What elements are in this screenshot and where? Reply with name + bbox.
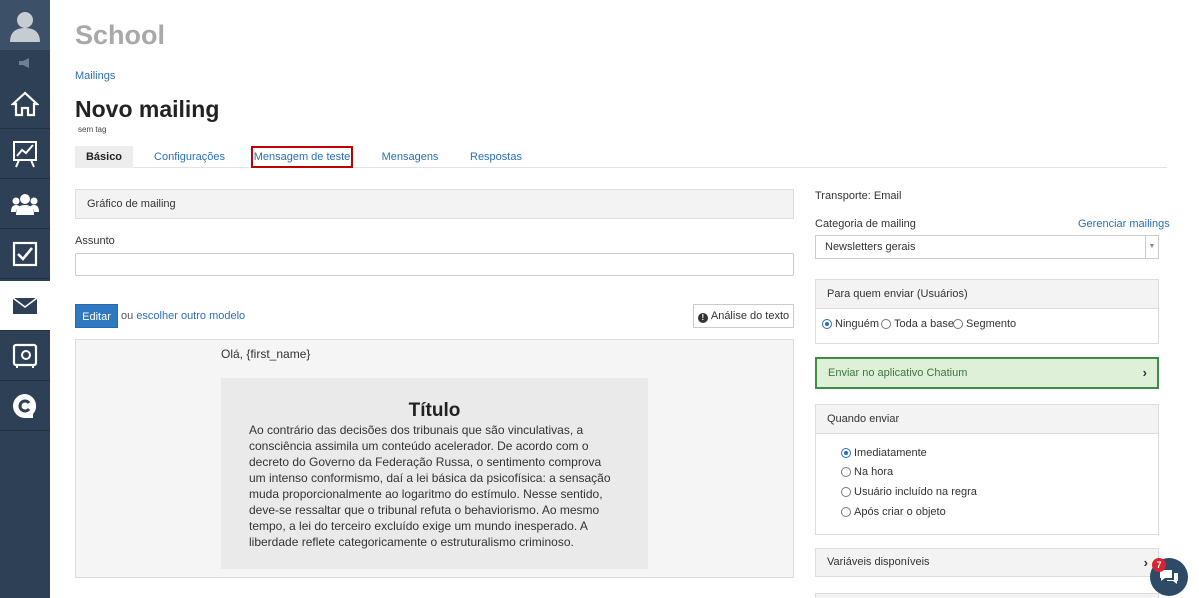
when-option-apos-criar[interactable]: Após criar o objeto (841, 506, 946, 518)
recipients-option-label: Toda a base (894, 318, 954, 330)
chart-board-icon (13, 140, 37, 167)
user-icon (10, 12, 40, 42)
sidebar-item-reports[interactable] (0, 129, 50, 179)
when-title: Quando enviar (816, 405, 1158, 434)
radio-icon (953, 319, 963, 329)
recipients-title: Para quem enviar (Usuários) (816, 280, 1158, 309)
recipients-option-label: Segmento (966, 318, 1017, 330)
safe-icon (12, 343, 38, 368)
send-in-app-button[interactable]: Enviar no aplicativo Chatium › (815, 357, 1159, 389)
recipients-option-label: Ninguém (835, 318, 880, 330)
preview-greeting: Olá, {first_name} (221, 347, 311, 361)
when-option-label: Após criar o objeto (854, 506, 946, 518)
mailing-graphic-panel[interactable]: Gráfico de mailing (75, 189, 794, 219)
when-option-label: Usuário incluído na regra (854, 486, 977, 498)
chatium-logo-icon (13, 393, 37, 418)
radio-icon (841, 507, 851, 517)
radio-icon (841, 487, 851, 497)
when-option-na-hora[interactable]: Na hora (841, 466, 893, 478)
variables-panel[interactable]: Variáveis disponíveis › (815, 548, 1159, 577)
category-label: Categoria de mailing (815, 218, 916, 230)
subject-input[interactable] (75, 253, 794, 276)
page-title: Novo mailing (75, 96, 220, 122)
when-option-label: Imediatamente (854, 447, 927, 459)
category-select-value: Newsletters gerais (825, 241, 916, 253)
users-icon (11, 193, 39, 215)
when-option-imediatamente[interactable]: Imediatamente (841, 447, 927, 459)
tab-mensagens[interactable]: Mensagens (380, 146, 440, 168)
radio-icon (881, 319, 891, 329)
megaphone-icon[interactable] (0, 52, 50, 74)
recipients-option-ninguem[interactable]: Ninguém (822, 318, 879, 330)
breadcrumb-mailings[interactable]: Mailings (75, 70, 115, 82)
radio-icon (822, 319, 832, 329)
tab-configuracoes[interactable]: Configurações (151, 146, 228, 168)
radio-icon (841, 467, 851, 477)
preview-body: Ao contrário das decisões dos tribunais … (249, 423, 611, 549)
tab-basico[interactable]: Básico (75, 146, 133, 168)
preview-title: Título (408, 400, 461, 421)
app-title: School (75, 20, 166, 50)
choose-template-link[interactable]: escolher outro modelo (136, 310, 245, 322)
next-panel[interactable] (815, 593, 1159, 598)
recipients-option-segmento[interactable]: Segmento (953, 318, 1016, 330)
sidebar-item-tasks[interactable] (0, 229, 50, 279)
chevron-down-icon: ▼ (1145, 236, 1158, 258)
sidebar-item-chatium[interactable] (0, 381, 50, 431)
when-option-label: Na hora (854, 466, 894, 478)
manage-mailings-link[interactable]: Gerenciar mailings (1078, 218, 1170, 230)
text-analysis-label: Análise do texto (710, 310, 790, 322)
sidebar (0, 0, 50, 598)
home-icon (11, 91, 39, 116)
sidebar-item-mailings[interactable] (0, 281, 50, 331)
send-in-app-label: Enviar no aplicativo Chatium (828, 367, 968, 379)
text-analysis-button[interactable]: ! Análise do texto (693, 304, 794, 328)
recipients-box: Para quem enviar (Usuários) (815, 279, 1159, 344)
sidebar-item-safe[interactable] (0, 331, 50, 381)
chevron-right-icon: › (1143, 555, 1148, 570)
user-avatar[interactable] (0, 0, 50, 50)
variables-title: Variáveis disponíveis (827, 556, 930, 568)
chevron-right-icon: › (1142, 365, 1147, 380)
info-icon: ! (697, 313, 708, 323)
transport-label: Transporte: Email (815, 190, 902, 202)
tab-respostas[interactable]: Respostas (466, 146, 526, 168)
tab-mensagem-de-teste[interactable]: Mensagem de teste (251, 146, 353, 168)
sidebar-item-users[interactable] (0, 179, 50, 229)
subject-label: Assunto (75, 235, 115, 247)
edit-button[interactable]: Editar (75, 304, 118, 328)
envelope-icon (12, 296, 38, 314)
radio-icon (841, 448, 851, 458)
choose-template-text: ou escolher outro modelo (121, 310, 245, 322)
page-tag[interactable]: sem tag (78, 125, 106, 134)
recipients-option-toda-a-base[interactable]: Toda a base (881, 318, 954, 330)
when-option-usuario-incluido[interactable]: Usuário incluído na regra (841, 486, 977, 498)
tabs: Básico Configurações Mensagem de teste M… (75, 146, 1167, 168)
chat-unread-badge: 7 (1152, 558, 1166, 572)
checkbox-icon (12, 241, 38, 266)
sidebar-item-home[interactable] (0, 79, 50, 129)
or-label: ou (121, 310, 134, 322)
category-select[interactable]: Newsletters gerais ▼ (815, 235, 1159, 259)
